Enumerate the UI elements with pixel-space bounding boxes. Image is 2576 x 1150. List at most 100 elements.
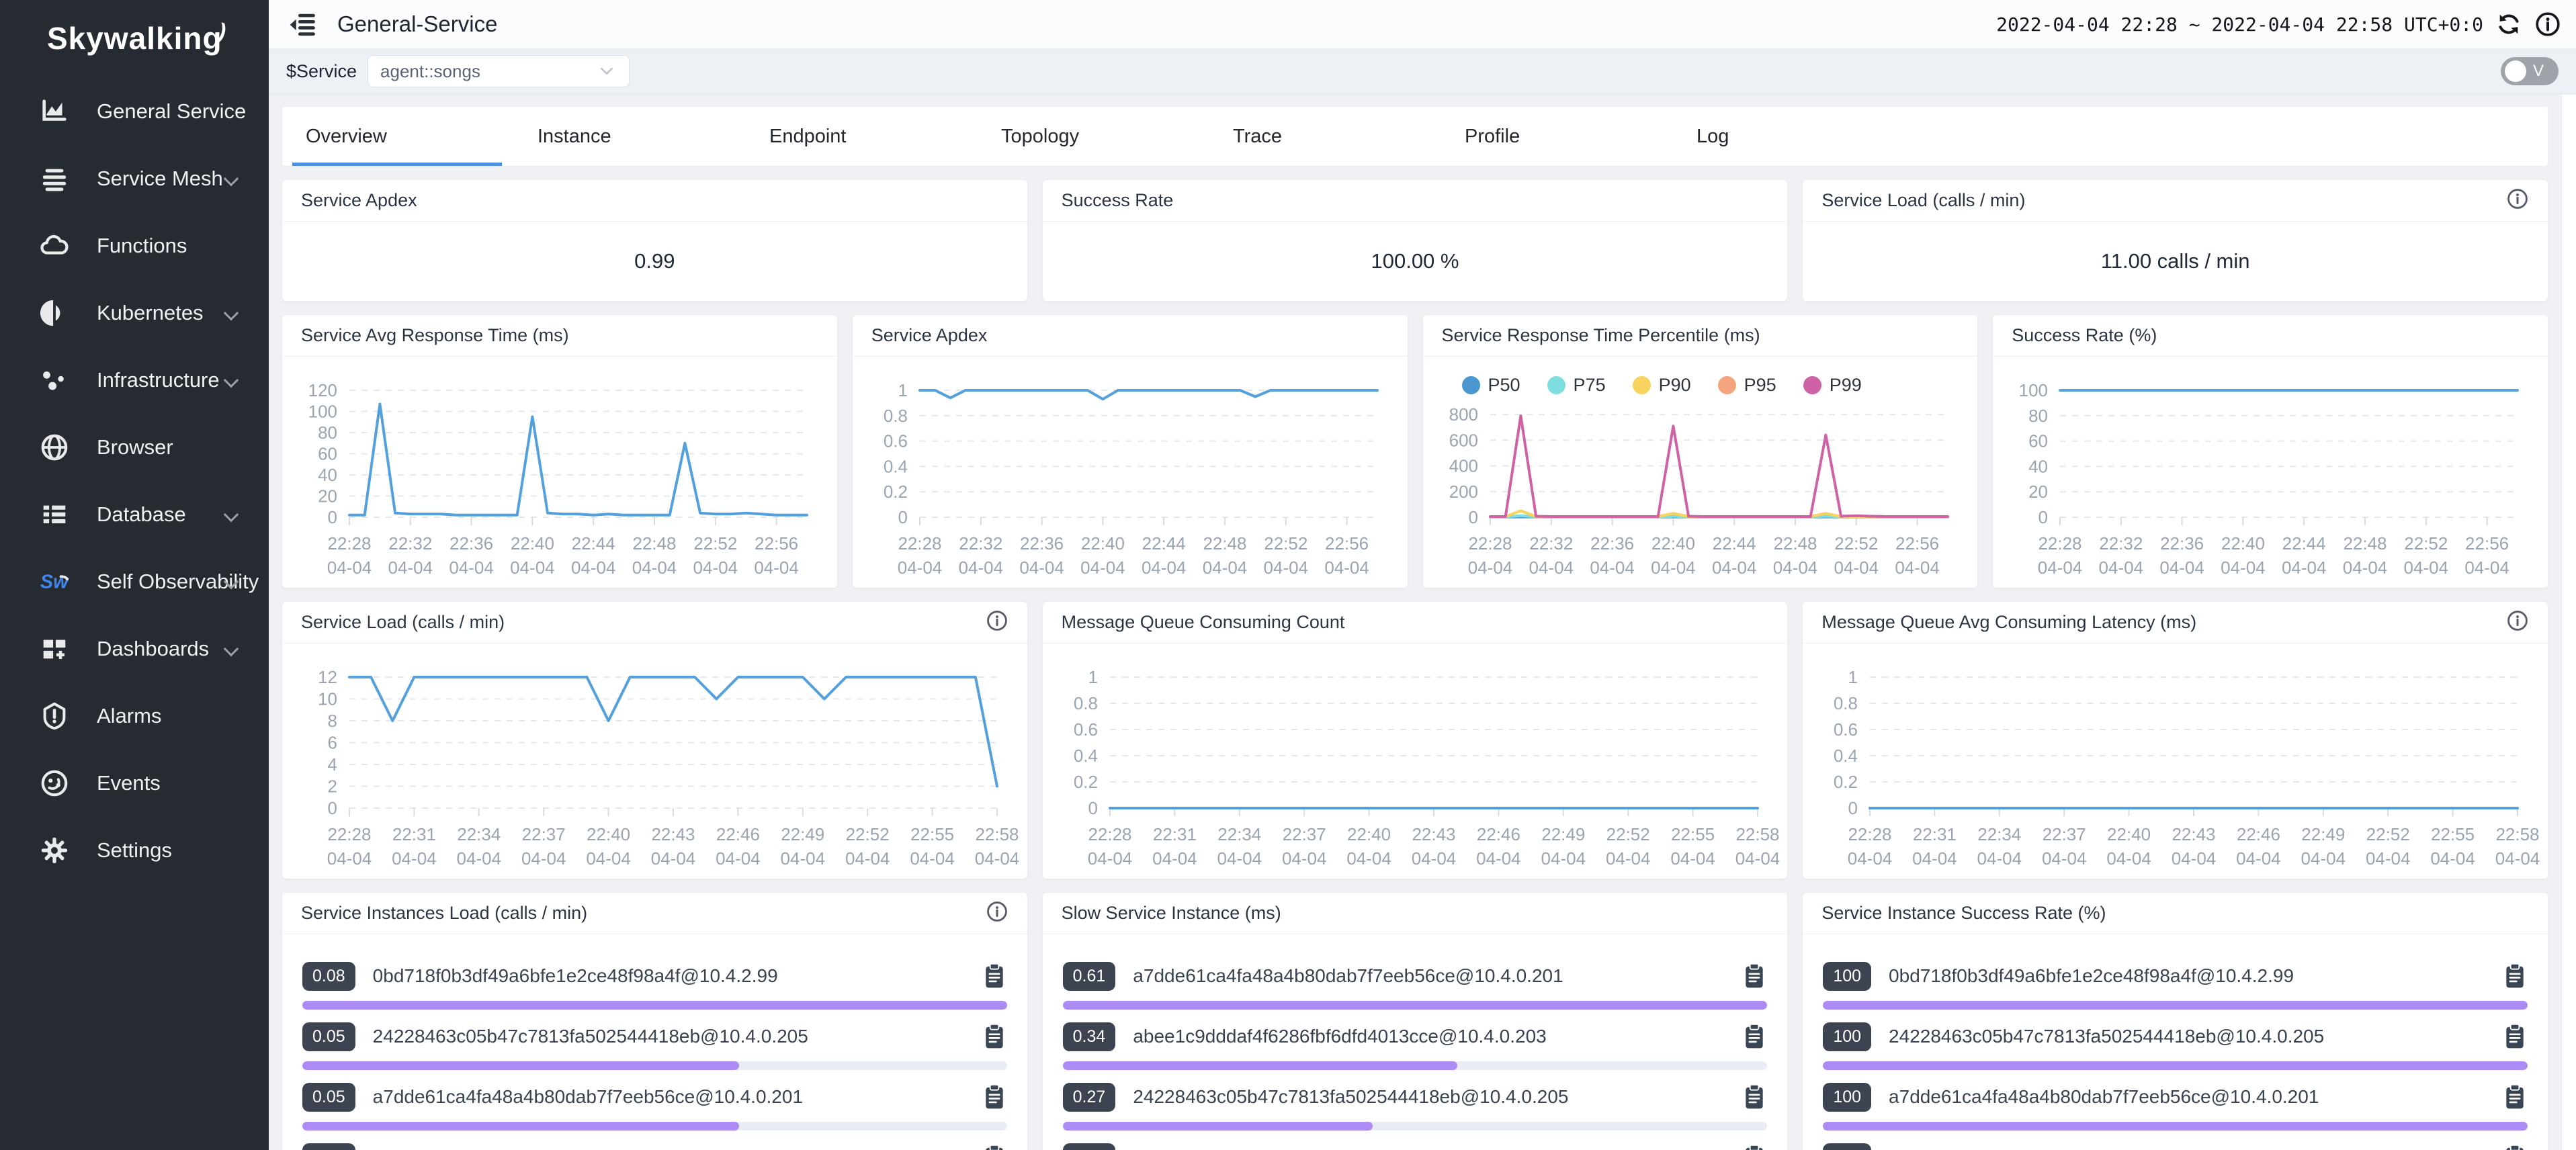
instance-name[interactable]: 24228463c05b47c7813fa502544418eb@10.4.0.… xyxy=(1133,1086,1742,1108)
service-select[interactable]: agent::songs xyxy=(368,55,630,87)
svg-text:22:34: 22:34 xyxy=(457,824,501,844)
instance-name[interactable]: a7dde61ca4fa48a4b80dab7f7eeb56ce@10.4.0.… xyxy=(1133,965,1742,987)
copy-clipboard-icon[interactable] xyxy=(1742,1143,1767,1150)
copy-clipboard-icon[interactable] xyxy=(2502,1022,2528,1051)
info-icon[interactable] xyxy=(2506,609,2529,635)
legend-item-p50[interactable]: P50 xyxy=(1462,370,1520,400)
chart-plot-area[interactable]: 00.20.40.60.8122:2804-0422:3104-0422:340… xyxy=(1043,644,1788,879)
sidebar-item-self-observability[interactable]: SwSelf Observability xyxy=(0,548,269,615)
copy-clipboard-icon[interactable] xyxy=(982,962,1007,990)
chevron-down-icon xyxy=(224,373,239,388)
version-toggle[interactable]: V xyxy=(2501,57,2559,85)
chevron-down-icon xyxy=(224,507,239,523)
scrollbar[interactable] xyxy=(2561,95,2576,1150)
service-variable-label: $Service xyxy=(286,61,357,82)
svg-text:04-04: 04-04 xyxy=(1282,848,1327,869)
info-icon[interactable] xyxy=(986,609,1008,635)
copy-clipboard-icon[interactable] xyxy=(982,1022,1007,1051)
instance-name[interactable]: a7dde61ca4fa48a4b80dab7f7eeb56ce@10.4.0.… xyxy=(1889,1086,2502,1108)
copy-clipboard-icon[interactable] xyxy=(2502,962,2528,990)
legend-item-p75[interactable]: P75 xyxy=(1547,370,1606,400)
instance-name[interactable]: abee1c9dddaf4f6286fbf6dfd4013cce@10.4.0.… xyxy=(373,1147,982,1150)
svg-text:04-04: 04-04 xyxy=(1019,558,1064,578)
svg-text:22:28: 22:28 xyxy=(327,824,371,844)
svg-text:22:40: 22:40 xyxy=(1651,533,1694,554)
instance-value-badge: 0.01 xyxy=(1063,1143,1116,1150)
legend-item-p90[interactable]: P90 xyxy=(1633,370,1691,400)
info-icon[interactable] xyxy=(2534,11,2561,38)
svg-text:22:40: 22:40 xyxy=(587,824,630,844)
tab-trace[interactable]: Trace xyxy=(1219,107,1451,166)
copy-clipboard-icon[interactable] xyxy=(2502,1083,2528,1111)
svg-text:04-04: 04-04 xyxy=(1346,848,1391,869)
tab-overview[interactable]: Overview xyxy=(292,107,524,166)
sidebar-item-general-service[interactable]: General Service xyxy=(0,78,269,145)
instance-name[interactable]: a7dde61ca4fa48a4b80dab7f7eeb56ce@10.4.0.… xyxy=(373,1086,982,1108)
copy-clipboard-icon[interactable] xyxy=(1742,962,1767,990)
sidebar-item-database[interactable]: Database xyxy=(0,481,269,548)
instance-name[interactable]: abee1c9dddaf4f6286fbf6dfd4013cce@10.4.0.… xyxy=(1889,1147,2502,1150)
svg-text:04-04: 04-04 xyxy=(1152,848,1197,869)
svg-text:22:40: 22:40 xyxy=(2221,533,2265,554)
time-range[interactable]: 2022-04-04 22:28 ~ 2022-04-04 22:58 UTC+… xyxy=(1996,13,2483,36)
legend-item-p95[interactable]: P95 xyxy=(1718,370,1776,400)
chart-plot-area[interactable]: 020040060080022:2804-0422:3204-0422:3604… xyxy=(1423,400,1978,588)
legend-item-p99[interactable]: P99 xyxy=(1803,370,1862,400)
card-success-rate: Success Rate 100.00 % xyxy=(1043,180,1788,301)
sidebar-item-infrastructure[interactable]: Infrastructure xyxy=(0,347,269,414)
instance-name[interactable]: 0bd718f0b3df49a6bfe1e2ce48f98a4f@10.4.2.… xyxy=(1889,965,2502,987)
tab-endpoint[interactable]: Endpoint xyxy=(756,107,988,166)
chevron-down-icon xyxy=(597,61,617,81)
legend-dot xyxy=(1633,376,1651,394)
instance-name[interactable]: 0bd718f0b3df49a6bfe1e2ce48f98a4f@10.4.2.… xyxy=(373,965,982,987)
infrastructure-icon xyxy=(39,364,81,396)
sidebar-item-dashboards[interactable]: Dashboards xyxy=(0,615,269,682)
svg-text:04-04: 04-04 xyxy=(327,558,372,578)
copy-clipboard-icon[interactable] xyxy=(2502,1143,2528,1150)
svg-text:04-04: 04-04 xyxy=(2099,558,2144,578)
instance-load-bar xyxy=(1823,1061,2528,1070)
svg-text:22:56: 22:56 xyxy=(755,533,798,554)
instance-name[interactable]: 0bd718f0b3df49a6bfe1e2ce48f98a4f@10.4.2.… xyxy=(1133,1147,1742,1150)
svg-text:0.6: 0.6 xyxy=(1074,719,1098,740)
copy-clipboard-icon[interactable] xyxy=(982,1083,1007,1111)
instance-name[interactable]: 24228463c05b47c7813fa502544418eb@10.4.0.… xyxy=(1889,1026,2502,1047)
sidebar-item-functions[interactable]: Functions xyxy=(0,212,269,279)
svg-text:04-04: 04-04 xyxy=(1324,558,1369,578)
svg-text:22:36: 22:36 xyxy=(1590,533,1634,554)
copy-clipboard-icon[interactable] xyxy=(982,1143,1007,1150)
copy-clipboard-icon[interactable] xyxy=(1742,1022,1767,1051)
instance-name[interactable]: 24228463c05b47c7813fa502544418eb@10.4.0.… xyxy=(373,1026,982,1047)
sidebar-item-alarms[interactable]: Alarms xyxy=(0,682,269,750)
info-icon[interactable] xyxy=(2506,187,2529,214)
chart-plot-area[interactable]: 02468101222:2804-0422:3104-0422:3404-042… xyxy=(282,644,1027,879)
tab-profile[interactable]: Profile xyxy=(1451,107,1683,166)
instance-name[interactable]: abee1c9dddaf4f6286fbf6dfd4013cce@10.4.0.… xyxy=(1133,1026,1742,1047)
svg-text:04-04: 04-04 xyxy=(1711,558,1756,578)
sidebar-item-service-mesh[interactable]: Service Mesh xyxy=(0,145,269,212)
tab-log[interactable]: Log xyxy=(1683,107,1915,166)
menu-fold-icon[interactable] xyxy=(288,9,317,39)
tab-instance[interactable]: Instance xyxy=(524,107,756,166)
sidebar-item-browser[interactable]: Browser xyxy=(0,414,269,481)
chart-mq-consuming-latency: Message Queue Avg Consuming Latency (ms)… xyxy=(1803,602,2548,879)
info-icon[interactable] xyxy=(986,900,1008,926)
card-title: Success Rate xyxy=(1062,190,1174,211)
svg-text:22:46: 22:46 xyxy=(1477,824,1520,844)
refresh-icon[interactable] xyxy=(2495,11,2522,38)
chart-plot-area[interactable]: 00.20.40.60.8122:2804-0422:3204-0422:360… xyxy=(853,357,1408,588)
chart-plot-area[interactable]: 02040608010022:2804-0422:3204-0422:3604-… xyxy=(1993,357,2548,588)
sidebar-item-events[interactable]: Events xyxy=(0,750,269,817)
svg-text:04-04: 04-04 xyxy=(910,848,955,869)
svg-text:1: 1 xyxy=(1088,667,1097,687)
svg-text:60: 60 xyxy=(2028,431,2048,451)
tab-topology[interactable]: Topology xyxy=(988,107,1219,166)
svg-text:22:58: 22:58 xyxy=(975,824,1019,844)
svg-text:22:32: 22:32 xyxy=(2100,533,2143,554)
chart-plot-area[interactable]: 02040608010012022:2804-0422:3204-0422:36… xyxy=(282,357,837,588)
copy-clipboard-icon[interactable] xyxy=(1742,1083,1767,1111)
svg-text:22:37: 22:37 xyxy=(1282,824,1326,844)
sidebar-item-kubernetes[interactable]: Kubernetes xyxy=(0,279,269,347)
sidebar-item-settings[interactable]: Settings xyxy=(0,817,269,884)
chart-plot-area[interactable]: 00.20.40.60.8122:2804-0422:3104-0422:340… xyxy=(1803,644,2548,879)
